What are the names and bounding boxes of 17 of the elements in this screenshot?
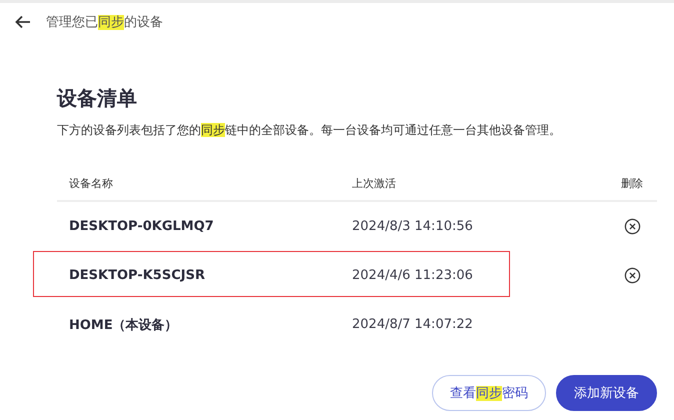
device-name: HOME（本设备）: [69, 318, 178, 332]
back-icon[interactable]: [14, 13, 32, 31]
column-header: 设备名称: [69, 176, 113, 190]
device-name: DESKTOP-K5SCJSR: [69, 268, 205, 283]
last-active-time: 2024/4/6 11:23:06: [352, 268, 473, 283]
view-password-button[interactable]: 查看同步密码: [432, 375, 546, 411]
last-active-time: 2024/8/7 14:07:22: [352, 317, 473, 332]
description: 下方的设备列表包括了您的同步链中的全部设备。每一台设备均可通过任意一台其他设备管理。: [57, 122, 562, 139]
last-active-time: 2024/8/3 14:10:56: [352, 219, 473, 234]
remove-icon[interactable]: [624, 218, 640, 235]
remove-icon[interactable]: [624, 267, 640, 284]
device-name: DESKTOP-0KGLMQ7: [69, 219, 214, 234]
add-device-button[interactable]: 添加新设备: [556, 375, 657, 411]
section-heading: 设备清单: [57, 85, 138, 112]
column-header: 删除: [621, 176, 643, 190]
page-title: 管理您已同步的设备: [46, 14, 163, 31]
column-header: 上次激活: [352, 176, 396, 190]
